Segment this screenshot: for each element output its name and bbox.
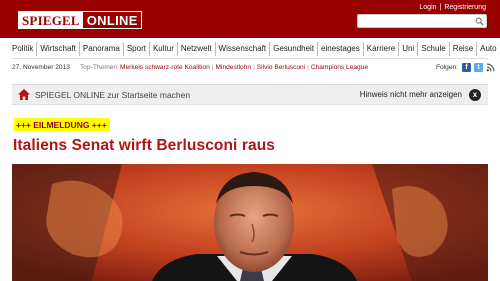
- logo-online: ONLINE: [86, 13, 138, 28]
- nav-item-karriere[interactable]: Karriere: [362, 42, 398, 56]
- search-input[interactable]: [361, 20, 471, 33]
- topic-separator: |: [211, 64, 214, 71]
- login-link[interactable]: Login: [419, 4, 436, 11]
- top-theme-link[interactable]: Mindestlohn: [216, 64, 252, 71]
- search-icon[interactable]: [475, 17, 484, 26]
- logo-spiegel: SPIEGEL: [19, 12, 83, 28]
- nav-item-netzwelt[interactable]: Netzwelt: [176, 42, 215, 56]
- make-startpage-link[interactable]: SPIEGEL ONLINE zur Startseite machen: [35, 90, 190, 100]
- topic-separator: |: [253, 64, 255, 71]
- top-themes-bar: 27. November 2013 Top-Themen: Merkels sc…: [12, 63, 495, 75]
- nav-item-sport[interactable]: Sport: [122, 42, 149, 56]
- topic-separator: |: [307, 64, 309, 71]
- top-themes-links: Merkels schwarz-rote Koalition | Mindestlo…: [120, 64, 368, 71]
- nav-item-einestages[interactable]: einestages: [317, 42, 363, 56]
- nav-item-reise[interactable]: Reise: [448, 42, 476, 56]
- nav-item-gesundheit[interactable]: Gesundheit: [269, 42, 317, 56]
- home-icon: [18, 89, 30, 100]
- nav-item-politik[interactable]: Politik: [12, 42, 36, 56]
- nav-item-wirtschaft[interactable]: Wirtschaft: [36, 42, 79, 56]
- link-separator: |: [439, 4, 442, 11]
- follow-label: Folgen:: [436, 64, 458, 71]
- twitter-icon[interactable]: t: [474, 63, 483, 72]
- article-headline[interactable]: Italiens Senat wirft Berlusconi raus: [13, 137, 275, 155]
- dismiss-hint-link[interactable]: Hinweis nicht mehr anzeigen: [360, 90, 462, 99]
- top-theme-link[interactable]: Silvio Berlusconi: [257, 64, 305, 71]
- article-photo[interactable]: [12, 164, 488, 281]
- register-link[interactable]: Registrierung: [444, 4, 486, 11]
- account-links: Login | Registrierung: [419, 4, 486, 11]
- nav-item-uni[interactable]: Uni: [398, 42, 417, 56]
- search-box[interactable]: [357, 14, 487, 33]
- top-theme-link[interactable]: Champions League: [311, 64, 368, 71]
- current-date: 27. November 2013: [12, 64, 70, 71]
- main-navigation: Politik Wirtschaft Panorama Sport Kultur Netz…: [12, 42, 497, 56]
- header-bar: SPIEGEL ONLINE Login | Registrierung: [0, 0, 500, 38]
- nav-item-panorama[interactable]: Panorama: [78, 42, 123, 56]
- nav-divider: [12, 58, 488, 59]
- berlusconi-photo: [12, 164, 488, 281]
- top-themes-label: Top-Themen:: [80, 64, 119, 71]
- nav-item-schule[interactable]: Schule: [417, 42, 448, 56]
- nav-item-kultur[interactable]: Kultur: [148, 42, 177, 56]
- startpage-banner: SPIEGEL ONLINE zur Startseite machen Hin…: [12, 84, 488, 105]
- nav-item-wissenschaft[interactable]: Wissenschaft: [214, 42, 270, 56]
- nav-item-auto[interactable]: Auto: [476, 42, 499, 56]
- facebook-icon[interactable]: f: [462, 63, 471, 72]
- close-icon[interactable]: x: [469, 89, 481, 101]
- spiegel-online-logo[interactable]: SPIEGEL ONLINE: [18, 11, 142, 29]
- breaking-news-label: +++ EILMELDUNG +++: [14, 118, 110, 131]
- top-theme-link[interactable]: Merkels schwarz-rote Koalition: [120, 64, 210, 71]
- rss-icon[interactable]: [486, 63, 495, 72]
